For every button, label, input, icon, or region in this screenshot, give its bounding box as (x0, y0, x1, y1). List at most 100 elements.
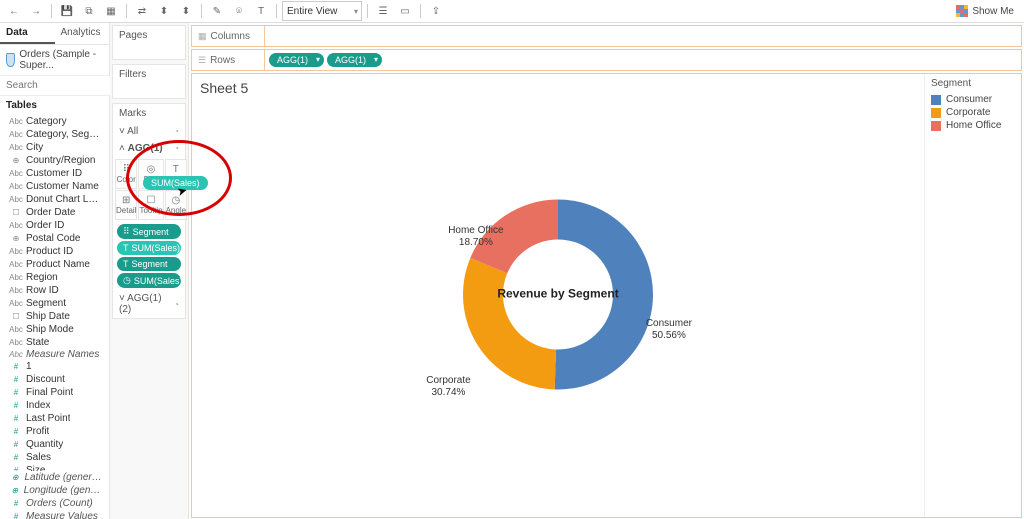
show-me-button[interactable]: Show Me (950, 5, 1020, 17)
field-quantity[interactable]: #Quantity (0, 438, 109, 451)
field-donut-chart-label[interactable]: AbcDonut Chart Label (0, 193, 109, 206)
rows-pill-agg1[interactable]: AGG(1) (269, 53, 324, 67)
marks-color-button[interactable]: ⠿Color (115, 159, 137, 189)
field-longitude-generated-[interactable]: ⊕Longitude (generated) (0, 484, 109, 497)
datasource-row[interactable]: Orders (Sample - Super... (0, 45, 109, 76)
field-sales[interactable]: # Sales (0, 451, 109, 464)
pill-sumsales-angle[interactable]: ◷SUM(Sales) (117, 273, 181, 288)
new-data-icon[interactable]: ⧉ (79, 1, 99, 21)
field-region[interactable]: AbcRegion (0, 271, 109, 284)
field-measure-values[interactable]: #Measure Values (0, 510, 109, 519)
field-country-region[interactable]: ⊕Country/Region (0, 154, 109, 167)
save-icon[interactable]: 💾 (57, 1, 77, 21)
field-ship-mode[interactable]: AbcShip Mode (0, 323, 109, 336)
field-order-id[interactable]: AbcOrder ID (0, 219, 109, 232)
field-label: Ship Mode (26, 324, 74, 335)
tab-analytics[interactable]: Analytics (55, 23, 110, 44)
field-type-icon: # (10, 453, 22, 462)
rows-icon: ☰ (198, 55, 206, 66)
field-profit[interactable]: #Profit (0, 425, 109, 438)
present-icon[interactable]: ▭ (395, 1, 415, 21)
pages-shelf[interactable]: Pages (113, 26, 185, 45)
legend-item-home-office[interactable]: Home Office (931, 119, 1015, 132)
pill-sumsales-label[interactable]: TSUM(Sales) (117, 241, 181, 255)
field-type-icon: # (10, 499, 22, 508)
field-label: Sales (26, 452, 51, 463)
field-label: Order Date (26, 207, 75, 218)
sort-desc-icon[interactable]: ⬍ (176, 1, 196, 21)
field-index[interactable]: #Index (0, 399, 109, 412)
field-type-icon: # (10, 362, 22, 371)
field-city[interactable]: AbcCity (0, 141, 109, 154)
marks-tooltip-button[interactable]: ☐Tooltip (138, 190, 163, 220)
rows-shelf[interactable]: ☰Rows AGG(1) AGG(1) (191, 49, 1022, 71)
field-1[interactable]: #1 (0, 360, 109, 373)
field-label: Measure Values (26, 511, 98, 519)
field-row-id[interactable]: AbcRow ID (0, 284, 109, 297)
field-category-segment-sub-[interactable]: AbcCategory, Segment, Sub-... (0, 128, 109, 141)
marks-agg1-row[interactable]: ˄ AGG(1)◔ (113, 140, 185, 157)
marks-detail-button[interactable]: ⊞Detail (115, 190, 137, 220)
field-latitude-generated-[interactable]: ⊕Latitude (generated) (0, 471, 109, 484)
new-sheet-icon[interactable]: ▦ (101, 1, 121, 21)
sort-asc-icon[interactable]: ⬍ (154, 1, 174, 21)
field-state[interactable]: AbcState (0, 336, 109, 348)
field-type-icon: ⊕ (10, 156, 22, 165)
field-discount[interactable]: #Discount (0, 373, 109, 386)
pill-segment-color[interactable]: ⠿Segment (117, 224, 181, 239)
marks-agg1-2-row[interactable]: ˅ AGG(1) (2)◔ (113, 290, 185, 318)
columns-shelf[interactable]: ▦Columns (191, 25, 1022, 47)
label-icon[interactable]: T (251, 1, 271, 21)
field-label: Customer ID (26, 168, 82, 179)
marks-all-row[interactable]: ˅ All◔ (113, 123, 185, 140)
share-icon[interactable]: ⇪ (426, 1, 446, 21)
database-icon (6, 53, 15, 67)
field-product-id[interactable]: AbcProduct ID (0, 245, 109, 258)
rows-pill-agg1-b[interactable]: AGG(1) (327, 53, 382, 67)
show-me-icon (956, 5, 968, 17)
label-pill-icon: T (123, 243, 129, 253)
columns-icon: ▦ (198, 31, 207, 42)
color-pill-icon: ⠿ (123, 226, 130, 237)
legend-swatch (931, 95, 941, 105)
field-label: Last Point (26, 413, 70, 424)
field-label: Region (26, 272, 58, 283)
field-customer-id[interactable]: AbcCustomer ID (0, 167, 109, 180)
highlight-icon[interactable]: ✎ (207, 1, 227, 21)
field-final-point[interactable]: #Final Point (0, 386, 109, 399)
field-customer-name[interactable]: AbcCustomer Name (0, 180, 109, 193)
filters-shelf[interactable]: Filters (113, 65, 185, 84)
field-orders-count-[interactable]: #Orders (Count) (0, 497, 109, 510)
format-icon[interactable]: ☰ (373, 1, 393, 21)
swap-icon[interactable]: ⇄ (132, 1, 152, 21)
field-label: Final Point (26, 387, 73, 398)
legend-item-corporate[interactable]: Corporate (931, 106, 1015, 119)
pill-segment-label[interactable]: TSegment (117, 257, 181, 271)
field-label: Category, Segment, Sub-... (26, 129, 103, 140)
legend-label: Consumer (946, 94, 992, 105)
measure-names-row: AbcMeasure Names (0, 348, 109, 360)
color-legend[interactable]: Segment ConsumerCorporateHome Office (924, 74, 1021, 517)
annot-corporate: Corporate30.74% (426, 375, 470, 399)
field-label: Category (26, 116, 67, 127)
forward-icon[interactable]: → (26, 1, 46, 21)
field-type-icon: Abc (10, 182, 22, 191)
field-measure-names[interactable]: AbcMeasure Names (0, 348, 109, 360)
field-category[interactable]: AbcCategory (0, 115, 109, 128)
generated-list: ⊕Latitude (generated)⊕Longitude (generat… (0, 471, 109, 519)
fit-mode-select[interactable]: Entire View (282, 1, 362, 21)
viz-canvas[interactable]: Sheet 5 Revenue by Segment Consumer50.56… (192, 74, 924, 517)
donut-slice-corporate[interactable] (463, 257, 556, 389)
field-type-icon: # (10, 440, 22, 449)
field-order-date[interactable]: ☐Order Date (0, 206, 109, 219)
tab-data[interactable]: Data (0, 23, 55, 44)
group-icon[interactable]: ⌾ (229, 1, 249, 21)
legend-item-consumer[interactable]: Consumer (931, 93, 1015, 106)
field-postal-code[interactable]: ⊕Postal Code (0, 232, 109, 245)
field-ship-date[interactable]: ☐Ship Date (0, 310, 109, 323)
field-last-point[interactable]: #Last Point (0, 412, 109, 425)
field-segment[interactable]: AbcSegment (0, 297, 109, 310)
sheet-title[interactable]: Sheet 5 (200, 80, 248, 96)
field-product-name[interactable]: AbcProduct Name (0, 258, 109, 271)
back-icon[interactable]: ← (4, 1, 24, 21)
